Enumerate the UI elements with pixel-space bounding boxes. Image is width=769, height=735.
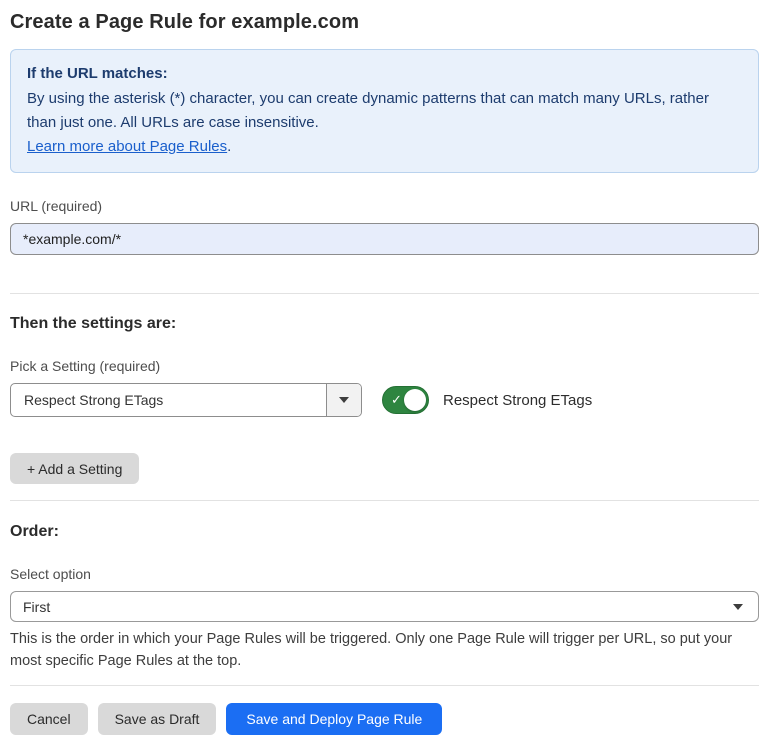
order-help-text: This is the order in which your Page Rul… <box>10 629 755 672</box>
url-match-info-box: If the URL matches: By using the asteris… <box>10 49 759 173</box>
page-rule-form: Create a Page Rule for example.com If th… <box>0 11 769 735</box>
order-select[interactable]: First <box>10 591 759 622</box>
info-box-heading: If the URL matches: <box>27 62 742 86</box>
toggle-knob <box>404 389 426 411</box>
form-actions: Cancel Save as Draft Save and Deploy Pag… <box>10 703 759 735</box>
info-box-link-line: Learn more about Page Rules. <box>27 135 742 159</box>
check-icon: ✓ <box>391 393 402 406</box>
chevron-down-icon <box>339 397 349 403</box>
setting-toggle[interactable]: ✓ <box>382 386 429 414</box>
section-divider <box>10 685 759 686</box>
order-select-label: Select option <box>10 566 759 582</box>
page-title: Create a Page Rule for example.com <box>10 11 759 34</box>
setting-select-value: Respect Strong ETags <box>11 384 326 416</box>
setting-select[interactable]: Respect Strong ETags <box>10 383 362 417</box>
section-divider <box>10 293 759 294</box>
section-divider <box>10 500 759 501</box>
order-section-heading: Order: <box>10 523 759 541</box>
chevron-down-icon <box>733 604 743 610</box>
settings-section-heading: Then the settings are: <box>10 315 759 333</box>
order-select-value: First <box>23 599 50 615</box>
setting-toggle-label: Respect Strong ETags <box>443 392 592 409</box>
save-deploy-button[interactable]: Save and Deploy Page Rule <box>226 703 442 735</box>
url-field-label: URL (required) <box>10 198 759 214</box>
link-period: . <box>227 138 231 155</box>
learn-more-link[interactable]: Learn more about Page Rules <box>27 138 227 155</box>
setting-select-arrow-button[interactable] <box>326 384 361 416</box>
add-setting-button[interactable]: + Add a Setting <box>10 453 139 484</box>
save-draft-button[interactable]: Save as Draft <box>98 703 217 735</box>
url-input[interactable] <box>10 223 759 255</box>
cancel-button[interactable]: Cancel <box>10 703 88 735</box>
setting-picker-label: Pick a Setting (required) <box>10 358 759 374</box>
info-box-body: By using the asterisk (*) character, you… <box>27 87 742 135</box>
setting-row: Respect Strong ETags ✓ Respect Strong ET… <box>10 383 759 417</box>
